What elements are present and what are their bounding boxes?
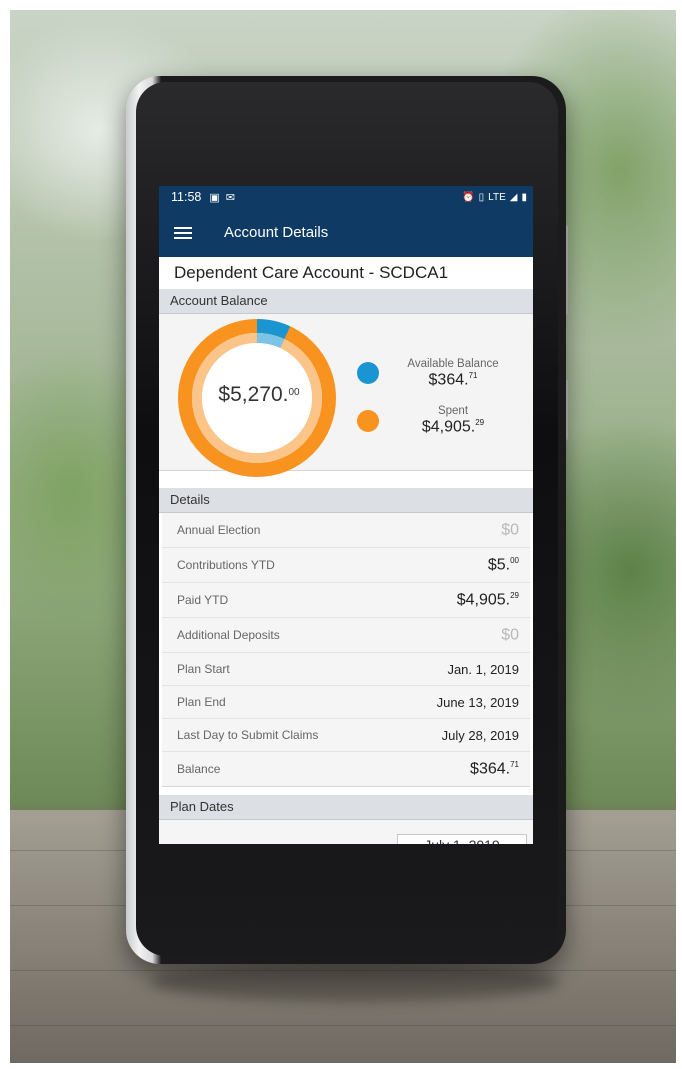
available-balance-label: Available Balance xyxy=(407,358,499,370)
detail-label: Balance xyxy=(177,762,221,776)
account-balance-header: Account Balance xyxy=(159,289,533,314)
detail-value: $4,905.29 xyxy=(456,590,519,609)
phone-screen: 11:58 ▣ ✉ ⏰ ▯ LTE ◢ ▮ Account Details De… xyxy=(159,186,533,844)
detail-row: Last Day to Submit Claims July 28, 2019 xyxy=(162,719,530,752)
detail-value: $0 xyxy=(501,521,519,539)
details-header: Details xyxy=(159,488,533,513)
spent-label: Spent xyxy=(437,405,469,417)
detail-label: Last Day to Submit Claims xyxy=(177,728,319,742)
detail-label: Paid YTD xyxy=(177,593,229,607)
detail-row: Contributions YTD $5.00 xyxy=(162,548,530,583)
app-toolbar: Account Details xyxy=(159,208,533,257)
available-legend-dot xyxy=(357,362,379,384)
alarm-icon: ⏰ xyxy=(462,191,475,203)
detail-value: $5.00 xyxy=(487,555,519,574)
detail-value: June 13, 2019 xyxy=(436,694,519,710)
available-balance-value: $364.71 xyxy=(428,371,478,389)
status-time: 11:58 xyxy=(171,190,202,204)
details-list: Annual Election $0 Contributions YTD $5.… xyxy=(162,513,530,787)
detail-label: Plan Start xyxy=(177,662,230,676)
detail-row: Annual Election $0 xyxy=(162,513,530,548)
battery-icon: ▮ xyxy=(521,191,527,203)
vibrate-icon: ▯ xyxy=(478,191,485,203)
plan-date-field[interactable]: July 1, 2019 xyxy=(397,834,527,844)
plan-dates-header: Plan Dates xyxy=(159,795,533,820)
toolbar-title: Account Details xyxy=(224,224,329,241)
signal-icon: ◢ xyxy=(509,191,518,203)
menu-icon[interactable] xyxy=(174,224,192,242)
spent-legend-dot xyxy=(357,410,379,432)
image-icon: ▣ xyxy=(209,191,220,204)
detail-row: Plan End June 13, 2019 xyxy=(162,686,530,719)
balance-card: $5,270.00 Available Balance $364.71 Spen… xyxy=(159,314,533,477)
detail-label: Plan End xyxy=(177,695,226,709)
detail-value: Jan. 1, 2019 xyxy=(447,661,519,677)
mail-icon: ✉ xyxy=(225,191,235,204)
detail-row: Plan Start Jan. 1, 2019 xyxy=(162,653,530,686)
account-title: Dependent Care Account - SCDCA1 xyxy=(174,263,449,282)
detail-label: Contributions YTD xyxy=(177,558,275,572)
detail-value: $364.71 xyxy=(470,759,519,778)
detail-row: Paid YTD $4,905.29 xyxy=(162,583,530,618)
spent-value: $4,905.29 xyxy=(421,418,485,436)
detail-value: $0 xyxy=(501,626,519,644)
network-type: LTE xyxy=(488,191,506,203)
detail-row: Additional Deposits $0 xyxy=(162,618,530,653)
available-balance-legend: Available Balance $364.71 xyxy=(383,358,523,389)
phone-shadow xyxy=(150,962,560,1002)
detail-value: July 28, 2019 xyxy=(441,727,519,743)
total-amount: $5,270.00 xyxy=(218,383,300,406)
plan-dates-body: July 1, 2019 xyxy=(159,820,533,844)
detail-label: Annual Election xyxy=(177,523,261,537)
detail-label: Additional Deposits xyxy=(177,628,280,642)
status-bar: 11:58 ▣ ✉ ⏰ ▯ LTE ◢ ▮ xyxy=(159,186,533,208)
spent-legend: Spent $4,905.29 xyxy=(383,405,523,436)
detail-row: Balance $364.71 xyxy=(162,752,530,786)
